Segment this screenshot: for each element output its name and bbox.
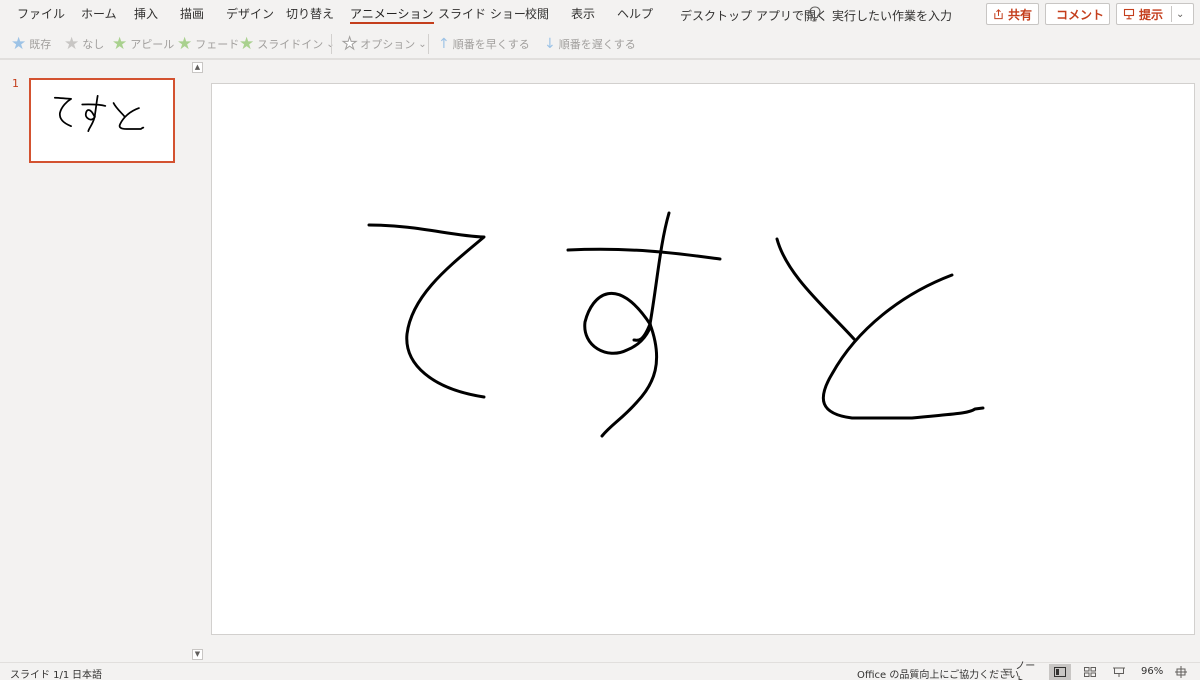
animation-ribbon: ★ 既存 ★ なし ★ アピール ★ フェード ★ スライドイン ⌄ ★ オプシ… [0, 30, 1200, 58]
comment-button[interactable]: コメント [1045, 3, 1110, 25]
star-icon: ★ [112, 34, 128, 54]
normal-view-icon [1054, 667, 1066, 677]
effect-options-label: オプション [360, 38, 416, 51]
toolbar-divider [331, 34, 332, 54]
slide-ink-drawing [367, 211, 985, 438]
presentation-icon [1123, 8, 1135, 20]
arrow-up-icon: ↑ [438, 36, 450, 52]
star-icon: ★ [177, 34, 193, 54]
slide-counter: スライド 1/1 [10, 670, 70, 680]
ink-stroke-su-vertical [632, 211, 671, 342]
effect-none-button[interactable]: ★ なし [64, 35, 104, 53]
ink-stroke-su-horizontal [566, 247, 722, 261]
lightbulb-icon [809, 6, 821, 22]
tab-draw[interactable]: 描画 [180, 5, 204, 22]
slideshow-icon [1113, 667, 1125, 677]
effect-appear-label: アピール [130, 38, 175, 51]
star-icon: ★ [64, 34, 80, 54]
move-later-label: 順番を遅くする [558, 38, 636, 51]
ink-stroke-to-bottom [821, 273, 985, 420]
effect-fade-label: フェード [195, 38, 240, 51]
status-bar: スライド 1/1 日本語 Office の品質向上にご協力ください ノート 96… [0, 661, 1200, 680]
tab-view[interactable]: 表示 [571, 5, 595, 22]
slide-thumbnail-pane: 1 ▲ ▼ [0, 60, 205, 662]
star-icon: ★ [239, 34, 255, 54]
notes-label: ノート [1015, 661, 1036, 680]
move-earlier-button[interactable]: ↑ 順番を早くする [438, 35, 530, 53]
language-indicator[interactable]: 日本語 [72, 666, 102, 680]
fit-to-window-button[interactable] [1170, 664, 1192, 680]
tab-animations[interactable]: アニメーション [350, 5, 434, 24]
share-icon [994, 9, 1003, 20]
menu-bar: ファイル ホーム 挿入 描画 デザイン 切り替え アニメーション スライド ショ… [0, 0, 1200, 30]
tab-transitions[interactable]: 切り替え [286, 5, 334, 22]
star-outline-icon: ★ [341, 34, 358, 54]
slide-sorter-button[interactable] [1079, 664, 1101, 680]
tab-file[interactable]: ファイル [17, 5, 65, 22]
effect-slidein-label: スライドイン [257, 38, 324, 51]
tab-review[interactable]: 校閲 [525, 5, 549, 22]
scroll-up-icon[interactable]: ▲ [192, 62, 203, 73]
effect-slidein-button[interactable]: ★ スライドイン ⌄ [239, 35, 335, 53]
notes-button[interactable]: ノート [1003, 661, 1043, 680]
slide-sorter-icon [1084, 667, 1096, 677]
effect-existing-label: 既存 [29, 38, 52, 51]
notes-icon [1003, 668, 1013, 675]
button-divider [1171, 6, 1173, 22]
feedback-link[interactable]: Office の品質向上にご協力ください [857, 666, 1019, 680]
tell-me-search[interactable]: 実行したい作業を入力 [832, 7, 952, 24]
slide-thumbnail[interactable] [29, 78, 175, 163]
normal-view-button[interactable] [1049, 664, 1071, 680]
slideshow-view-button[interactable] [1108, 664, 1130, 680]
zoom-level[interactable]: 96% [1141, 666, 1163, 677]
slide-number: 1 [12, 77, 19, 90]
star-icon: ★ [11, 34, 27, 54]
effect-none-label: なし [82, 38, 105, 51]
comment-label: コメント [1056, 7, 1105, 22]
effect-options-button[interactable]: ★ オプション ⌄ [341, 34, 426, 54]
slide-canvas[interactable] [211, 83, 1195, 635]
scroll-down-icon[interactable]: ▼ [192, 649, 203, 660]
tab-slideshow[interactable]: スライド ショー [438, 5, 526, 22]
effect-appear-button[interactable]: ★ アピール [112, 35, 174, 53]
ink-stroke-te [367, 223, 486, 399]
thumbnail-ink-drawing [53, 94, 145, 133]
share-label: 共有 [1007, 7, 1032, 22]
toolbar-divider [428, 34, 429, 54]
effect-existing-button[interactable]: ★ 既存 [11, 35, 51, 53]
fit-slide-icon [1175, 666, 1187, 678]
tab-home[interactable]: ホーム [81, 5, 117, 22]
tab-help[interactable]: ヘルプ [617, 5, 653, 22]
tab-insert[interactable]: 挿入 [134, 5, 158, 22]
effect-fade-button[interactable]: ★ フェード [177, 35, 239, 53]
present-button[interactable]: 提示 ⌄ [1116, 3, 1194, 25]
move-earlier-label: 順番を早くする [452, 38, 530, 51]
slide-editing-area [205, 60, 1200, 662]
tab-design[interactable]: デザイン [226, 5, 274, 22]
present-label: 提示 [1139, 7, 1164, 22]
chevron-down-icon[interactable]: ⌄ [418, 39, 426, 50]
move-later-button[interactable]: ↓ 順番を遅くする [544, 35, 636, 53]
ink-stroke-su-loop [583, 291, 659, 438]
ink-stroke-to-top [775, 237, 856, 341]
open-desktop-app-link[interactable]: デスクトップ アプリで開く [680, 7, 828, 24]
arrow-down-icon: ↓ [544, 36, 556, 52]
thumbnail-scrollbar[interactable]: ▲ ▼ [190, 60, 205, 662]
share-button[interactable]: 共有 [986, 3, 1039, 25]
chevron-down-icon[interactable]: ⌄ [1176, 9, 1184, 20]
